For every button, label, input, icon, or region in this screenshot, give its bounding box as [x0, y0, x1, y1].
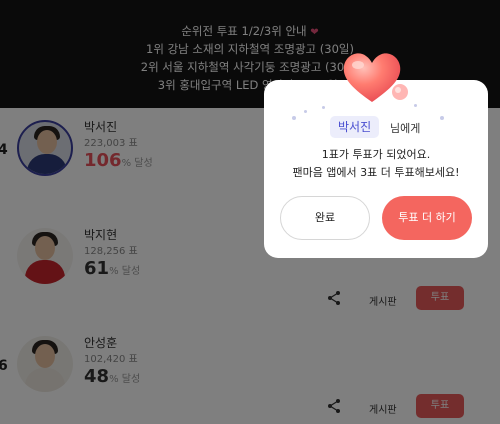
vote-more-button[interactable]: 투표 더 하기 [382, 196, 472, 240]
sparkle-decoration [322, 106, 325, 109]
sparkle-decoration [414, 104, 417, 107]
candidate-name-chip: 박서진 [330, 116, 380, 138]
sparkle-decoration [292, 116, 296, 120]
done-button[interactable]: 완료 [280, 196, 370, 240]
candidate-suffix: 님에게 [390, 122, 421, 135]
vote-more-message: 팬마음 앱에서 3표 더 투표해보세요! [292, 166, 460, 179]
sparkle-decoration [304, 110, 307, 113]
sparkle-decoration [440, 116, 444, 120]
heart-icon [343, 53, 408, 102]
vote-confirm-message: 1표가 투표가 되었어요. [321, 148, 431, 161]
